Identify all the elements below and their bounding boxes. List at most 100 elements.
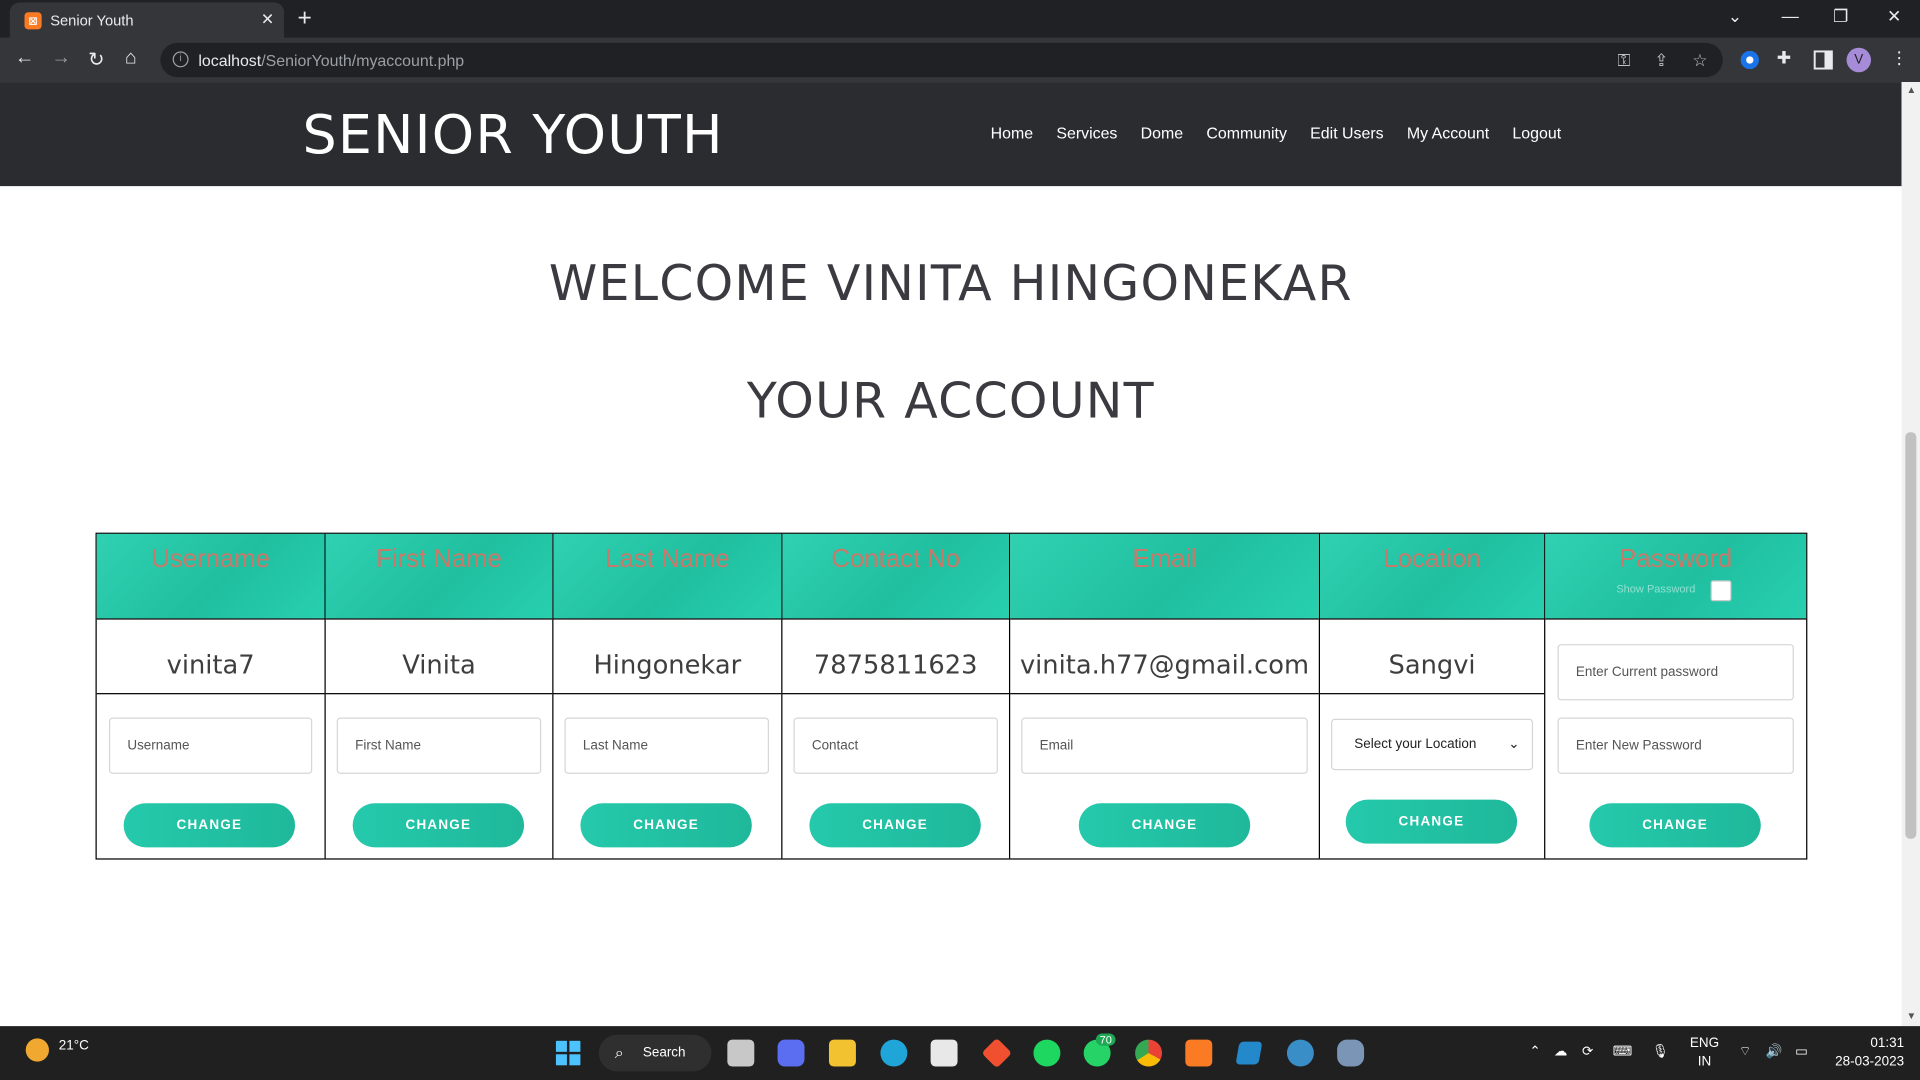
sync-icon[interactable]: ⟳ — [1582, 1043, 1593, 1059]
tab-search-chevron-icon[interactable]: ⌄ — [1728, 6, 1742, 27]
column-header: Password Show Password — [1545, 533, 1807, 620]
xampp-taskbar-icon[interactable] — [1185, 1039, 1213, 1067]
current-password-input[interactable]: Enter Current password — [1557, 644, 1794, 701]
forward-arrow-icon[interactable]: → — [51, 48, 71, 70]
close-icon[interactable]: ✕ — [261, 10, 274, 30]
menu-kebab-icon[interactable]: ⋮ — [1891, 48, 1908, 69]
new-password-input[interactable]: Enter New Password — [1557, 717, 1794, 774]
first-name-input[interactable]: First Name — [336, 717, 542, 774]
weather-moon-icon[interactable] — [25, 1038, 49, 1062]
microphone-icon[interactable]: 🎙 — [1652, 1043, 1669, 1059]
nav-logout[interactable]: Logout — [1512, 124, 1561, 142]
side-panel-icon[interactable] — [1813, 50, 1833, 70]
column-header: Last Name — [553, 533, 782, 620]
account-table: Username vinita7 Username CHANGE First N… — [95, 532, 1808, 860]
browser-toolbar: ← → ↻ ⌂ i localhost/SeniorYouth/myaccoun… — [0, 37, 1920, 83]
location-select[interactable]: Select your Location ⌄ — [1331, 718, 1534, 771]
nav-edit-users[interactable]: Edit Users — [1310, 124, 1383, 142]
address-bar[interactable]: i localhost/SeniorYouth/myaccount.php ⚿ … — [160, 42, 1723, 78]
site-info-icon[interactable]: i — [172, 51, 189, 68]
taskbar-search[interactable]: ⌕ Search — [598, 1034, 712, 1072]
change-password-button[interactable]: CHANGE — [1589, 803, 1761, 848]
spotify-icon[interactable] — [1033, 1039, 1061, 1067]
change-email-button[interactable]: CHANGE — [1078, 803, 1251, 848]
column-location: Location Sangvi Select your Location ⌄ C… — [1320, 533, 1546, 859]
file-explorer-icon[interactable] — [828, 1039, 856, 1067]
whatsapp-badge: 70 — [1095, 1033, 1116, 1046]
reload-icon[interactable]: ↻ — [88, 48, 104, 72]
column-first-name: First Name Vinita First Name CHANGE — [325, 533, 554, 859]
onedrive-icon[interactable]: ☁ — [1554, 1043, 1567, 1059]
url-text[interactable]: localhost/SeniorYouth/myaccount.php — [198, 51, 464, 69]
star-icon[interactable]: ☆ — [1692, 50, 1707, 71]
nav-my-account[interactable]: My Account — [1407, 124, 1489, 142]
search-icon: ⌕ — [614, 1043, 624, 1062]
current-contact: 7875811623 — [782, 620, 1009, 695]
nav-services[interactable]: Services — [1056, 124, 1117, 142]
current-email: vinita.h77@gmail.com — [1010, 620, 1319, 695]
edge-icon[interactable] — [880, 1039, 908, 1067]
weather-temp[interactable]: 21°C — [59, 1038, 89, 1053]
change-contact-button[interactable]: CHANGE — [809, 803, 981, 848]
key-icon[interactable]: ⚿ — [1618, 50, 1631, 71]
task-view-icon[interactable] — [727, 1039, 755, 1067]
windows-taskbar: 21°C ⌕ Search 70 ⌃ ☁ ⟳ ⌨ 🎙 ENG IN ⌔ 🔊 ▭ — [0, 1026, 1920, 1080]
battery-icon[interactable]: ▭ — [1795, 1043, 1808, 1059]
show-password-checkbox[interactable] — [1710, 580, 1732, 602]
profile-avatar[interactable]: V — [1846, 47, 1872, 73]
email-input[interactable]: Email — [1021, 717, 1308, 774]
wifi-icon[interactable]: ⌔ — [1739, 1043, 1752, 1060]
column-header: Contact No — [782, 533, 1009, 620]
volume-icon[interactable]: 🔊 — [1766, 1043, 1783, 1059]
postgres-icon[interactable] — [1337, 1039, 1365, 1067]
git-icon[interactable] — [981, 1037, 1012, 1069]
extensions-puzzle-icon[interactable]: ✚ — [1777, 48, 1791, 69]
change-first-name-button[interactable]: CHANGE — [352, 803, 525, 848]
nav-community[interactable]: Community — [1206, 124, 1287, 142]
chrome-icon[interactable] — [1135, 1039, 1163, 1067]
column-header: Location — [1320, 533, 1545, 620]
change-username-button[interactable]: CHANGE — [123, 803, 296, 848]
browser-tab-strip: ⊠ Senior Youth ✕ + ⌄ — ❐ ✕ — [0, 0, 1920, 38]
new-tab-icon[interactable]: + — [298, 5, 312, 33]
tab-title: Senior Youth — [50, 12, 134, 30]
taskbar-clock[interactable]: 01:31 28-03-2023 — [1833, 1035, 1904, 1072]
keyboard-icon[interactable]: ⌨ — [1613, 1043, 1632, 1059]
tray-chevron-up-icon[interactable]: ⌃ — [1529, 1043, 1540, 1059]
page-scrollbar[interactable]: ▲ ▼ — [1901, 82, 1920, 1027]
column-username: Username vinita7 Username CHANGE — [96, 533, 326, 859]
window-close-icon[interactable]: ✕ — [1887, 6, 1901, 27]
minimize-icon[interactable]: — — [1782, 6, 1799, 26]
site-logo[interactable]: SENIOR YOUTH — [302, 104, 723, 166]
nav-home[interactable]: Home — [991, 124, 1033, 142]
column-email: Email vinita.h77@gmail.com Email CHANGE — [1010, 533, 1320, 859]
current-first-name: Vinita — [325, 620, 553, 695]
extension-blue-icon[interactable] — [1740, 50, 1760, 70]
username-input[interactable]: Username — [108, 717, 313, 774]
microsoft-store-icon[interactable] — [930, 1039, 958, 1067]
current-location: Sangvi — [1320, 620, 1545, 695]
scroll-down-arrow-icon[interactable]: ▼ — [1907, 1010, 1917, 1021]
column-contact: Contact No 7875811623 Contact CHANGE — [782, 533, 1011, 859]
show-password-label: Show Password — [1616, 582, 1696, 596]
change-location-button[interactable]: CHANGE — [1345, 799, 1518, 844]
scroll-thumb[interactable] — [1905, 432, 1917, 839]
language-indicator[interactable]: ENG IN — [1690, 1035, 1719, 1072]
restore-icon[interactable]: ❐ — [1833, 6, 1848, 27]
column-header: Email — [1010, 533, 1319, 620]
nav-dome[interactable]: Dome — [1141, 124, 1183, 142]
home-icon[interactable]: ⌂ — [125, 48, 137, 70]
scroll-up-arrow-icon[interactable]: ▲ — [1907, 84, 1917, 95]
contact-input[interactable]: Contact — [793, 717, 998, 774]
browser-tab[interactable]: ⊠ Senior Youth ✕ — [9, 2, 285, 38]
share-icon[interactable]: ⇪ — [1654, 50, 1668, 71]
teams-chat-icon[interactable] — [777, 1039, 805, 1067]
globe-app-icon[interactable] — [1286, 1039, 1314, 1067]
change-last-name-button[interactable]: CHANGE — [580, 803, 752, 848]
site-header: SENIOR YOUTH Home Services Dome Communit… — [0, 82, 1902, 187]
windows-start-icon[interactable] — [555, 1040, 582, 1067]
back-arrow-icon[interactable]: ← — [15, 48, 35, 70]
last-name-input[interactable]: Last Name — [564, 717, 769, 774]
vscode-icon[interactable] — [1235, 1041, 1263, 1065]
xampp-icon: ⊠ — [24, 12, 42, 30]
